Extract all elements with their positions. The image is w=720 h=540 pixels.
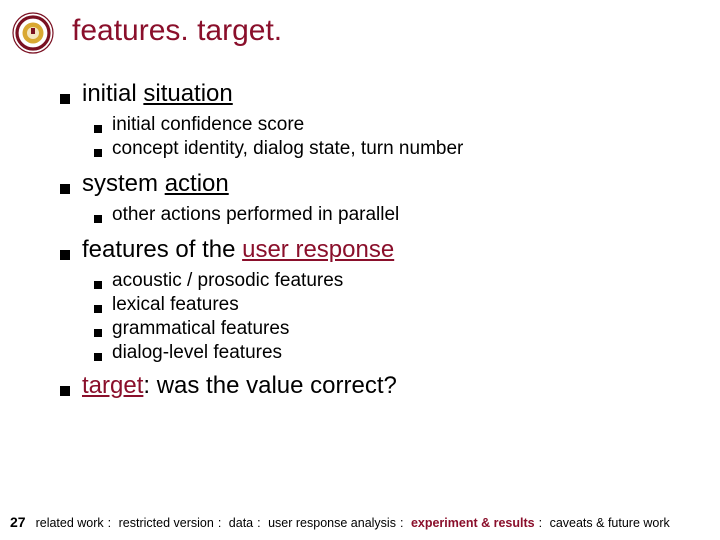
section-initial: initial situation initial confidence sco… — [60, 80, 696, 160]
bullet-icon — [94, 329, 102, 337]
item-text: acoustic / prosodic features — [112, 270, 343, 292]
logo-seal — [12, 12, 54, 54]
bullet-icon — [60, 386, 70, 396]
item-text: dialog-level features — [112, 342, 282, 364]
item-text: other actions performed in parallel — [112, 204, 399, 226]
item-text: initial confidence score — [112, 114, 304, 136]
section-label: initial situation — [82, 80, 233, 108]
list-item: grammatical features — [94, 318, 696, 340]
bullet-icon — [94, 125, 102, 133]
item-text: concept identity, dialog state, turn num… — [112, 138, 463, 160]
list-item: acoustic / prosodic features — [94, 270, 696, 292]
bullet-icon — [60, 184, 70, 194]
bullet-icon — [94, 215, 102, 223]
section-label: system action — [82, 170, 229, 198]
breadcrumb-item: caveats & future work — [550, 516, 670, 530]
breadcrumb-item-active: experiment & results — [411, 516, 535, 530]
seal-icon — [12, 12, 54, 54]
bullet-icon — [94, 149, 102, 157]
list-item: other actions performed in parallel — [94, 204, 696, 226]
section-action: system action other actions performed in… — [60, 170, 696, 226]
list-item: concept identity, dialog state, turn num… — [94, 138, 696, 160]
bullet-icon — [60, 94, 70, 104]
list-item: lexical features — [94, 294, 696, 316]
breadcrumb-item: user response analysis — [268, 516, 396, 530]
page-number: 27 — [10, 514, 26, 530]
bullet-icon — [60, 250, 70, 260]
footer: 27 related work: restricted version: dat… — [10, 514, 710, 530]
item-text: lexical features — [112, 294, 239, 316]
slide-content: initial situation initial confidence sco… — [60, 80, 696, 406]
section-user-response: features of the user response acoustic /… — [60, 236, 696, 364]
bullet-icon — [94, 305, 102, 313]
breadcrumb-item: restricted version — [119, 516, 214, 530]
section-label: features of the user response — [82, 236, 394, 264]
slide-title: features. target. — [72, 14, 282, 48]
bullet-icon — [94, 353, 102, 361]
section-label: target: was the value correct? — [82, 372, 397, 400]
bullet-icon — [94, 281, 102, 289]
breadcrumb-item: data — [229, 516, 253, 530]
section-target: target: was the value correct? — [60, 372, 696, 400]
list-item: dialog-level features — [94, 342, 696, 364]
breadcrumb: related work: restricted version: data: … — [36, 516, 710, 530]
list-item: initial confidence score — [94, 114, 696, 136]
item-text: grammatical features — [112, 318, 289, 340]
breadcrumb-item: related work — [36, 516, 104, 530]
